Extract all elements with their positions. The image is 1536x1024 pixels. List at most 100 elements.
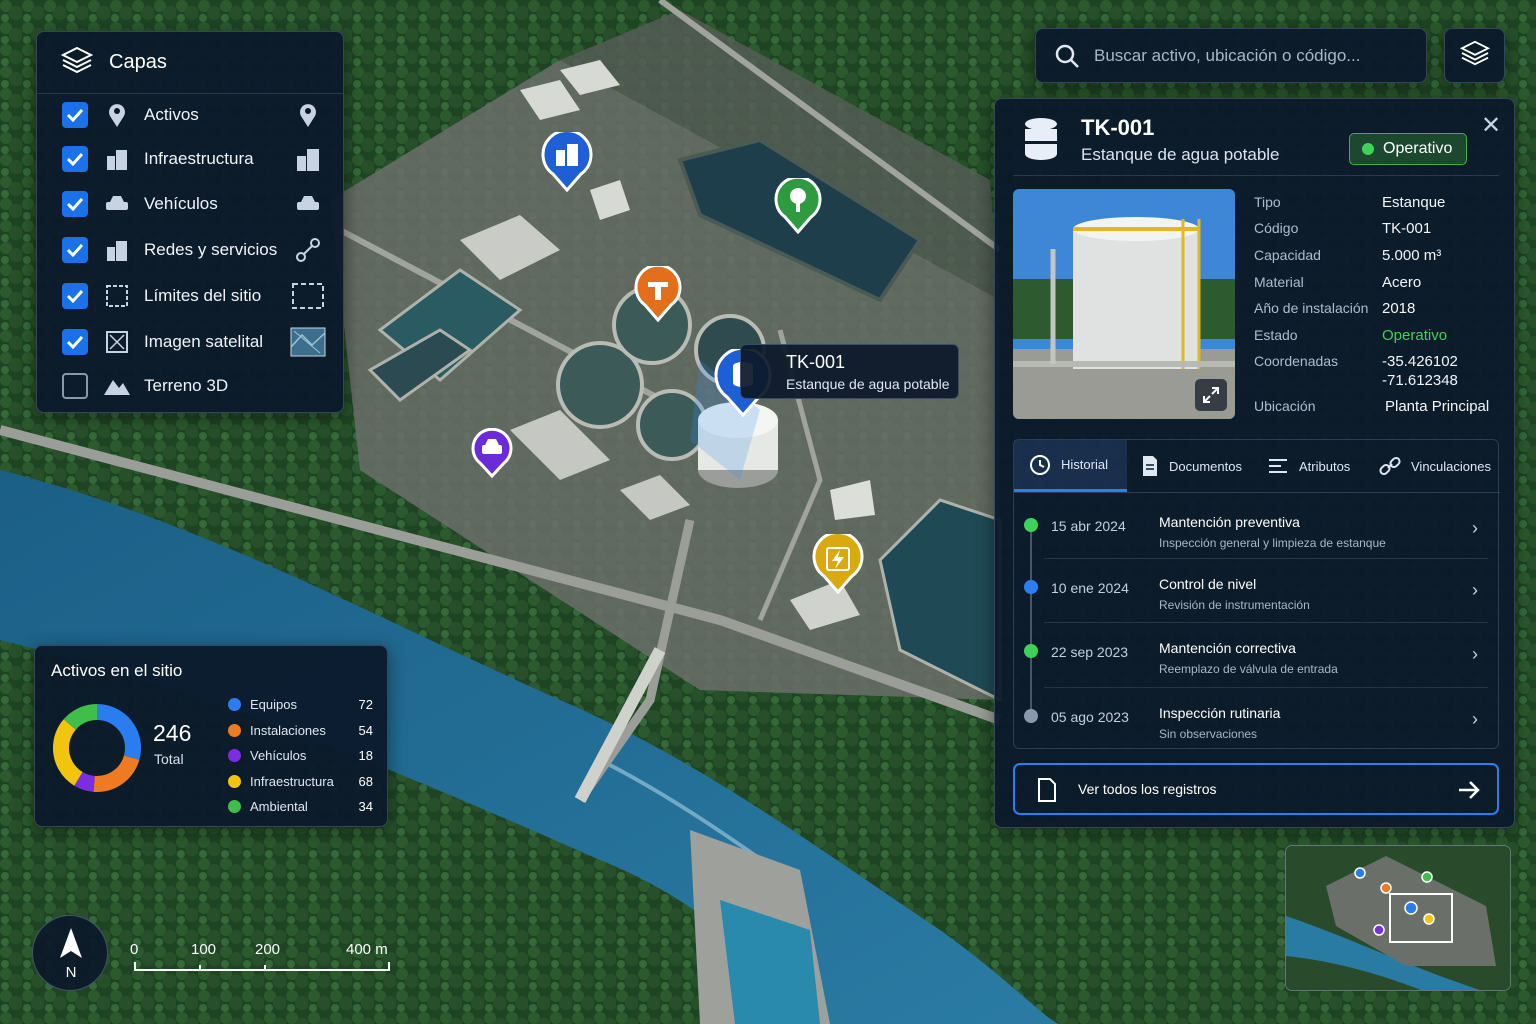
legend-value: 68 bbox=[358, 773, 373, 789]
layer-row-terreno[interactable]: Terreno 3D bbox=[37, 364, 345, 408]
layer-checkbox-satelital[interactable] bbox=[62, 329, 88, 355]
status-label: Operativo bbox=[1383, 140, 1453, 157]
layer-label-limites: Límites del sitio bbox=[144, 286, 262, 305]
layer-checkbox-infraestructura[interactable] bbox=[62, 146, 88, 172]
attr-label-ubicacion: Ubicación bbox=[1254, 398, 1316, 414]
layer-label-vehiculos: Vehículos bbox=[144, 194, 218, 213]
legend-name: Vehículos bbox=[250, 747, 307, 763]
car-icon bbox=[289, 188, 327, 220]
car-icon bbox=[103, 190, 131, 218]
asset-detail-panel: TK-001 Estanque de agua potable Operativ… bbox=[994, 98, 1515, 828]
minimap-marker bbox=[1354, 867, 1366, 879]
history-date: 10 ene 2024 bbox=[1051, 580, 1129, 596]
compass-label: N bbox=[65, 964, 77, 981]
vehicle-pin[interactable] bbox=[471, 427, 513, 479]
tab-historial-label: Historial bbox=[1061, 457, 1108, 472]
layer-row-redes[interactable]: Redes y servicios bbox=[37, 228, 345, 272]
history-title: Mantención preventiva bbox=[1159, 514, 1300, 530]
environmental-pin[interactable] bbox=[774, 175, 822, 235]
history-description: Sin observaciones bbox=[1159, 727, 1258, 741]
history-item[interactable]: 05 ago 2023 Inspección rutinaria Sin obs… bbox=[1014, 697, 1500, 761]
history-date: 22 sep 2023 bbox=[1051, 644, 1129, 660]
search-bar[interactable]: Buscar activo, ubicación o código... bbox=[1035, 28, 1427, 83]
tab-vinculaciones[interactable]: Vinculaciones bbox=[1369, 440, 1500, 492]
legend-value: 54 bbox=[358, 722, 373, 738]
timeline-dot bbox=[1024, 580, 1038, 594]
clock-icon bbox=[1030, 454, 1050, 475]
chevron-right-icon[interactable]: › bbox=[1472, 580, 1478, 601]
history-divider bbox=[1044, 622, 1488, 623]
layer-row-activos[interactable]: Activos bbox=[37, 93, 345, 137]
tooltip-code: TK-001 bbox=[786, 352, 846, 372]
tab-divider bbox=[1014, 492, 1500, 493]
chevron-right-icon[interactable]: › bbox=[1472, 709, 1478, 730]
layer-row-satelital[interactable]: Imagen satelital bbox=[37, 320, 345, 364]
chevron-right-icon[interactable]: › bbox=[1472, 644, 1478, 665]
legend-item-instalaciones: Instalaciones 54 bbox=[228, 720, 373, 740]
layer-checkbox-terreno[interactable] bbox=[62, 373, 88, 399]
view-all-records-button[interactable]: Ver todos los registros bbox=[1013, 763, 1499, 815]
installation-pin[interactable] bbox=[634, 263, 682, 323]
legend-name: Infraestructura bbox=[250, 773, 334, 789]
history-title: Inspección rutinaria bbox=[1159, 705, 1281, 721]
attr-value-anio: 2018 bbox=[1382, 300, 1416, 317]
legend-item-infraestructura: Infraestructura 68 bbox=[228, 771, 373, 791]
attr-label-capacidad: Capacidad bbox=[1254, 247, 1321, 263]
close-icon[interactable]: ✕ bbox=[1481, 111, 1501, 140]
status-dot bbox=[1362, 143, 1374, 155]
attr-value-capacidad: 5.000 m³ bbox=[1382, 247, 1442, 264]
buildings-icon bbox=[289, 143, 327, 175]
layers-toggle-button[interactable] bbox=[1444, 28, 1505, 83]
minimap[interactable] bbox=[1285, 845, 1511, 991]
tab-documentos[interactable]: Documentos bbox=[1127, 440, 1257, 492]
layer-checkbox-limites[interactable] bbox=[62, 283, 88, 309]
link-icon bbox=[1379, 456, 1401, 476]
compass[interactable]: N bbox=[32, 915, 108, 991]
layer-checkbox-redes[interactable] bbox=[62, 237, 88, 263]
infrastructure-pin[interactable] bbox=[541, 129, 593, 193]
attr-label-estado: Estado bbox=[1254, 327, 1298, 343]
legend-dot bbox=[228, 774, 241, 788]
assets-total: 246 bbox=[153, 720, 192, 746]
layers-title: Capas bbox=[109, 51, 167, 73]
document-icon bbox=[1037, 778, 1057, 807]
assets-donut-chart bbox=[53, 704, 141, 792]
detail-tabs: Historial Documentos Atributos Vinculaci… bbox=[1013, 439, 1500, 749]
tab-historial[interactable]: Historial bbox=[1014, 440, 1127, 492]
chevron-right-icon[interactable]: › bbox=[1472, 518, 1478, 539]
tank-icon bbox=[1023, 117, 1059, 166]
layer-checkbox-activos[interactable] bbox=[62, 102, 88, 128]
scale-bar: 0 100 200 400 m bbox=[130, 938, 400, 978]
legend-item-vehiculos: Vehículos 18 bbox=[228, 745, 373, 765]
legend-item-equipos: Equipos 72 bbox=[228, 694, 373, 714]
history-title: Mantención correctiva bbox=[1159, 640, 1296, 656]
history-date: 05 ago 2023 bbox=[1051, 709, 1129, 725]
arrow-right-icon bbox=[1457, 780, 1481, 805]
network-nodes-icon bbox=[289, 234, 327, 266]
legend-value: 72 bbox=[358, 696, 373, 712]
legend-dot bbox=[228, 748, 241, 762]
layer-row-infraestructura[interactable]: Infraestructura bbox=[37, 137, 345, 181]
layer-row-vehiculos[interactable]: Vehículos bbox=[37, 182, 345, 226]
legend-value: 18 bbox=[358, 747, 373, 763]
search-input[interactable]: Buscar activo, ubicación o código... bbox=[1094, 46, 1360, 66]
asset-photo bbox=[1013, 189, 1235, 419]
mountain-icon bbox=[103, 372, 131, 400]
tab-atributos[interactable]: Atributos bbox=[1257, 440, 1369, 492]
layer-row-limites[interactable]: Límites del sitio bbox=[37, 274, 345, 318]
tab-documentos-label: Documentos bbox=[1169, 458, 1242, 474]
energy-pin[interactable] bbox=[812, 531, 864, 595]
history-description: Reemplazo de válvula de entrada bbox=[1159, 662, 1338, 676]
layer-checkbox-vehiculos[interactable] bbox=[62, 191, 88, 217]
history-date: 15 abr 2024 bbox=[1051, 518, 1126, 534]
layer-label-activos: Activos bbox=[144, 105, 199, 124]
legend-name: Ambiental bbox=[250, 798, 308, 814]
history-item[interactable]: 15 abr 2024 Mantención preventiva Inspec… bbox=[1014, 506, 1500, 570]
minimap-marker bbox=[1423, 913, 1435, 925]
expand-icon[interactable] bbox=[1195, 379, 1227, 411]
attr-label-codigo: Código bbox=[1254, 220, 1299, 236]
scale-label: 100 bbox=[191, 941, 217, 958]
legend-name: Equipos bbox=[250, 696, 297, 712]
assets-title: Activos en el sitio bbox=[51, 661, 183, 680]
legend-dot bbox=[228, 697, 241, 711]
